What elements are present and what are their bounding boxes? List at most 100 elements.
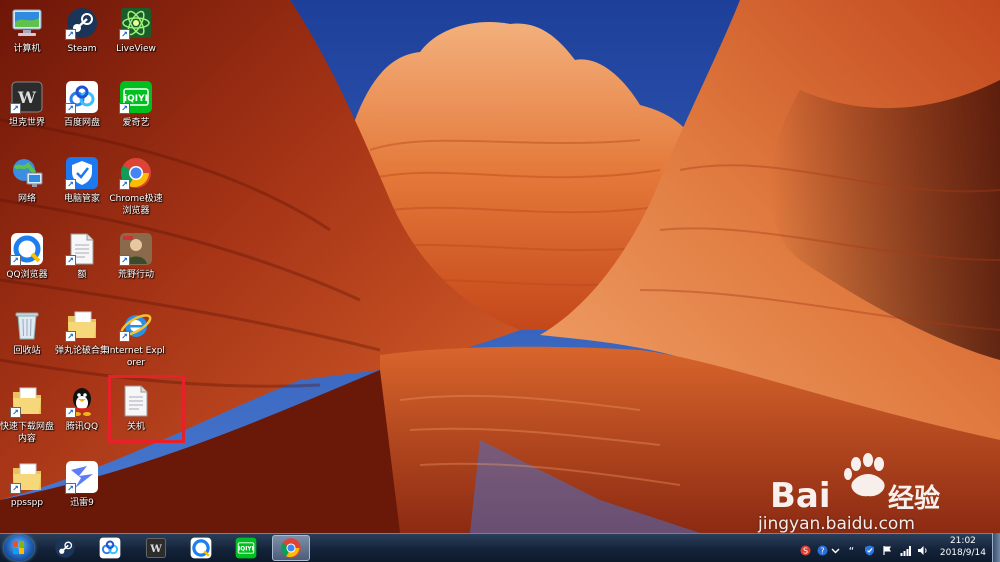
desktop[interactable]: 计算机 ↗ Steam ↗ LiveView W ↗ 坦克世界 ↗ 百度网盘 iQIYI ↗ 爱奇艺 网络… — [0, 0, 1000, 562]
desktop-icon[interactable]: ↗ 额 — [55, 232, 109, 281]
desktop-icon-label: 额 — [77, 270, 87, 280]
desktop-icon-label: 电脑管家 — [63, 194, 100, 204]
world-of-tanks-icon: W ↗ — [10, 80, 44, 114]
svg-text:W: W — [149, 543, 162, 555]
desktop-icon[interactable]: ↗ Chrome极速浏览器 — [109, 156, 163, 217]
watermark-brand: Bai — [770, 476, 831, 516]
desktop-icon-label: 回收站 — [13, 346, 41, 356]
shortcut-arrow-icon: ↗ — [10, 407, 21, 418]
desktop-icon[interactable]: ↗ 弹丸论破合集 — [55, 308, 109, 357]
network-icon — [10, 156, 44, 190]
desktop-icon-label: 弹丸论破合集 — [54, 346, 109, 356]
desktop-icon[interactable]: ↗ Internet Explorer — [107, 308, 165, 369]
shield-icon[interactable] — [864, 541, 875, 556]
steam-icon — [54, 537, 76, 559]
shortcut-arrow-icon: ↗ — [10, 103, 21, 114]
clock-time: 21:02 — [949, 536, 976, 546]
pc-manager-icon: ↗ — [65, 156, 99, 190]
chrome-icon — [280, 537, 302, 559]
shortcut-arrow-icon: ↗ — [10, 483, 21, 494]
desktop-icon[interactable]: 回收站 — [0, 308, 54, 357]
watermark-brand-cn: 经验 — [888, 483, 940, 514]
shortcut-arrow-icon: ↗ — [65, 255, 76, 266]
folder-icon: ↗ — [65, 308, 99, 342]
steam-icon: ↗ — [65, 6, 99, 40]
system-clock[interactable]: 21:02 2018/9/14 — [940, 535, 986, 559]
quotes-icon[interactable]: “ — [846, 541, 857, 558]
desktop-icon[interactable]: ↗ ppsspp — [0, 460, 54, 509]
world-of-tanks-icon: W — [145, 537, 167, 559]
taskbar-button[interactable] — [91, 535, 129, 561]
shortcut-arrow-icon: ↗ — [65, 29, 76, 40]
desktop-icon[interactable]: ↗ 迅雷9 — [55, 460, 109, 509]
desktop-icon[interactable]: ↗ Steam — [55, 6, 109, 55]
desktop-icon-label: 网络 — [17, 194, 36, 204]
desktop-icon-label: QQ浏览器 — [6, 270, 48, 280]
shortcut-arrow-icon: ↗ — [119, 29, 130, 40]
desktop-icon-label: Chrome极速浏览器 — [109, 194, 163, 216]
taskbar-button[interactable] — [46, 535, 84, 561]
desktop-icon[interactable]: ↗ 腾讯QQ — [55, 384, 109, 433]
desktop-icon-label: Internet Explorer — [107, 346, 165, 368]
taskbar-button[interactable]: iQIYI — [227, 535, 265, 561]
selection-highlight — [108, 375, 185, 443]
volume-icon[interactable] — [917, 541, 928, 555]
desktop-icon[interactable]: W ↗ 坦克世界 — [0, 80, 54, 129]
help-icon[interactable]: ? — [817, 541, 828, 556]
internet-explorer-icon: ↗ — [119, 308, 153, 342]
shortcut-arrow-icon: ↗ — [10, 255, 21, 266]
folder-icon: ↗ — [10, 384, 44, 418]
desktop-icon-label: 计算机 — [13, 44, 41, 54]
shortcut-arrow-icon: ↗ — [119, 331, 130, 342]
desktop-icon-label: 荒野行动 — [117, 270, 154, 280]
baidu-netdisk-icon — [99, 537, 121, 559]
svg-text:“: “ — [849, 545, 855, 556]
desktop-icon-label: Steam — [67, 44, 97, 54]
action-center-flag-icon[interactable] — [882, 541, 893, 555]
taskbar-button[interactable]: W — [137, 535, 175, 561]
qq-browser-icon — [190, 537, 212, 559]
desktop-icon-label: 快速下载网盘内容 — [0, 422, 54, 444]
shortcut-arrow-icon: ↗ — [65, 331, 76, 342]
iqiyi-icon: iQIYI ↗ — [119, 80, 153, 114]
folder-icon: ↗ — [10, 460, 44, 494]
clock-date: 2018/9/14 — [939, 548, 986, 558]
windows-logo-icon — [13, 541, 24, 554]
desktop-icon[interactable]: 计算机 — [0, 6, 54, 55]
thunder-icon: ↗ — [65, 460, 99, 494]
iqiyi-icon: iQIYI — [235, 537, 257, 559]
desktop-icon[interactable]: ↗ 百度网盘 — [55, 80, 109, 129]
taskbar-button[interactable] — [182, 535, 220, 561]
shortcut-arrow-icon: ↗ — [65, 179, 76, 190]
desktop-icon[interactable]: 网络 — [0, 156, 54, 205]
desktop-icon-label: ppsspp — [10, 498, 44, 508]
svg-text:?: ? — [820, 547, 824, 556]
desktop-icon-label: 坦克世界 — [8, 118, 45, 128]
sogou-ime-icon[interactable]: S — [800, 541, 811, 556]
recycle-bin-icon — [10, 308, 44, 342]
desktop-icon-label: LiveView — [116, 44, 156, 54]
desktop-icon[interactable]: ↗ 电脑管家 — [55, 156, 109, 205]
desktop-icon-label: 爱奇艺 — [122, 118, 150, 128]
desktop-icon[interactable]: iQIYI ↗ 爱奇艺 — [109, 80, 163, 129]
desktop-icon-label: 百度网盘 — [63, 118, 100, 128]
shortcut-arrow-icon: ↗ — [119, 179, 130, 190]
desktop-icon[interactable]: ↗ LiveView — [109, 6, 163, 55]
shortcut-arrow-icon: ↗ — [119, 103, 130, 114]
taskbar-button[interactable] — [272, 535, 310, 561]
liveview-icon: ↗ — [119, 6, 153, 40]
chrome-icon: ↗ — [119, 156, 153, 190]
svg-text:iQIYI: iQIYI — [238, 547, 253, 553]
desktop-icon[interactable]: ↗ QQ浏览器 — [0, 232, 54, 281]
desktop-icon[interactable]: ↗ 荒野行动 — [109, 232, 163, 281]
computer-icon — [10, 6, 44, 40]
shortcut-arrow-icon: ↗ — [65, 407, 76, 418]
start-button[interactable] — [4, 535, 34, 561]
desktop-icon-label: 腾讯QQ — [65, 422, 99, 432]
show-desktop-button[interactable] — [992, 533, 1000, 562]
shortcut-arrow-icon: ↗ — [119, 255, 130, 266]
tray-expand-icon[interactable] — [830, 541, 841, 554]
text-file-icon: ↗ — [65, 232, 99, 266]
desktop-icon[interactable]: ↗ 快速下载网盘内容 — [0, 384, 54, 445]
network-signal-icon[interactable] — [900, 541, 911, 556]
